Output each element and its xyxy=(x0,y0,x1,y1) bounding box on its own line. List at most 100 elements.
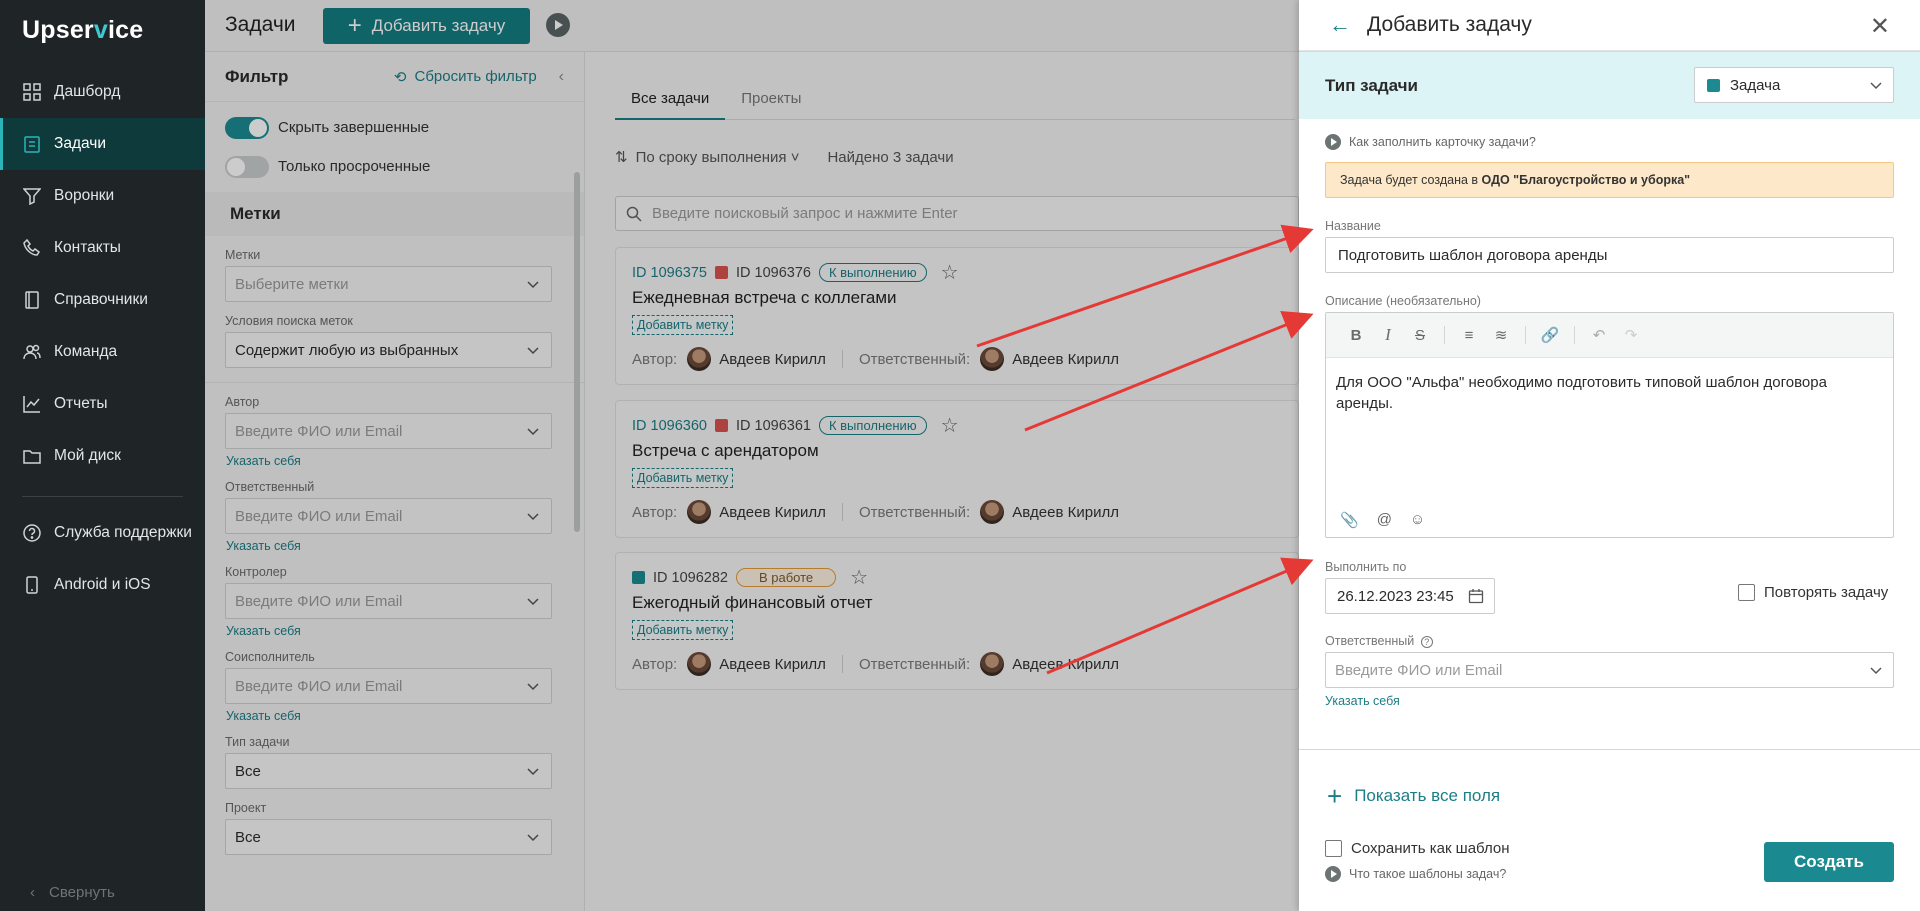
responsible-select[interactable]: Введите ФИО или Email xyxy=(225,498,552,534)
collapse-filter-icon[interactable]: ‹ xyxy=(559,68,564,86)
repeat-task-checkbox[interactable]: Повторять задачу xyxy=(1738,584,1888,601)
status-badge[interactable]: К выполнению xyxy=(818,263,927,282)
tags-section-header[interactable]: Метки xyxy=(205,192,584,236)
name-input[interactable]: Подготовить шаблон договора аренды xyxy=(1325,237,1894,273)
italic-icon[interactable]: I xyxy=(1372,319,1404,351)
task-title[interactable]: Встреча с арендатором xyxy=(632,441,819,461)
add-tag-button[interactable]: Добавить метку xyxy=(632,468,734,488)
author-select[interactable]: Введите ФИО или Email xyxy=(225,413,552,449)
templates-help-link[interactable]: Что такое шаблоны задач? xyxy=(1325,866,1506,882)
checkbox[interactable] xyxy=(1325,840,1342,857)
fill-help-link[interactable]: Как заполнить карточку задачи? xyxy=(1325,134,1536,150)
app-logo[interactable]: Upservice xyxy=(22,16,143,45)
undo-icon[interactable]: ↶ xyxy=(1583,319,1615,351)
save-template-checkbox[interactable]: Сохранить как шаблон xyxy=(1325,840,1510,857)
task-title[interactable]: Ежедневная встреча с коллегами xyxy=(632,288,897,308)
collapse-sidebar-button[interactable]: ‹ Свернуть xyxy=(30,884,115,901)
modal-responsible-select[interactable]: Введите ФИО или Email xyxy=(1325,652,1894,688)
toggle-switch[interactable] xyxy=(225,116,269,139)
calendar-icon[interactable] xyxy=(1468,588,1484,604)
tags-select[interactable]: Выберите метки xyxy=(225,266,552,302)
author-name[interactable]: Авдеев Кирилл xyxy=(719,656,826,673)
create-button[interactable]: Создать xyxy=(1764,842,1894,882)
attachment-icon[interactable]: 📎 xyxy=(1340,511,1359,529)
task-people: Автор: Авдеев Кирилл Ответственный: Авде… xyxy=(632,652,1119,676)
tasks-tabs: Все задачи Проекты xyxy=(615,88,1295,120)
back-arrow-icon[interactable]: ← xyxy=(1329,12,1351,38)
sidebar-item-disk[interactable]: Мой диск xyxy=(0,430,205,482)
sidebar-item-label: Android и iOS xyxy=(54,576,151,593)
link-icon[interactable]: 🔗 xyxy=(1534,319,1566,351)
star-icon[interactable]: ☆ xyxy=(850,565,868,590)
sidebar-item-references[interactable]: Справочники xyxy=(0,274,205,326)
sidebar-item-team[interactable]: Команда xyxy=(0,326,205,378)
bold-icon[interactable]: B xyxy=(1340,319,1372,351)
toggle-only-overdue[interactable]: Только просроченные xyxy=(205,147,584,186)
info-icon[interactable]: ? xyxy=(1420,636,1433,648)
close-icon[interactable]: ✕ xyxy=(1870,12,1890,41)
toggle-hide-completed[interactable]: Скрыть завершенные xyxy=(205,108,584,147)
task-title[interactable]: Ежегодный финансовый отчет xyxy=(632,593,873,613)
controller-self-link[interactable]: Указать себя xyxy=(205,624,584,638)
task-parent-id[interactable]: ID 1096360 xyxy=(632,418,707,434)
toggle-switch[interactable] xyxy=(225,155,269,178)
sidebar-item-dashboard[interactable]: Дашборд xyxy=(0,66,205,118)
redo-icon[interactable]: ↷ xyxy=(1615,319,1647,351)
responsible-name[interactable]: Авдеев Кирилл xyxy=(1012,504,1119,521)
assign-self-link[interactable]: Указать себя xyxy=(1325,694,1400,708)
add-tag-button[interactable]: Добавить метку xyxy=(632,620,734,640)
sidebar-item-funnels[interactable]: Воронки xyxy=(0,170,205,222)
author-name[interactable]: Авдеев Кирилл xyxy=(719,504,826,521)
task-card[interactable]: ID 1096375 ID 1096376 К выполнению ☆ Еже… xyxy=(615,247,1299,385)
sidebar-item-contacts[interactable]: Контакты xyxy=(0,222,205,274)
status-badge[interactable]: В работе xyxy=(735,568,837,587)
add-task-button[interactable]: + Добавить задачу xyxy=(323,8,530,44)
author-name[interactable]: Авдеев Кирилл xyxy=(719,351,826,368)
video-help-button[interactable] xyxy=(546,13,570,37)
search-input[interactable]: Введите поисковый запрос и нажмите Enter xyxy=(615,196,1299,231)
tags-condition-select[interactable]: Содержит любую из выбранных xyxy=(225,332,552,368)
tab-projects[interactable]: Проекты xyxy=(725,88,817,120)
filter-scrollbar[interactable] xyxy=(574,172,580,532)
responsible-name[interactable]: Авдеев Кирилл xyxy=(1012,351,1119,368)
description-editor[interactable]: B I S ≡ ≋ 🔗 ↶ ↷ Для ООО "Альфа" необходи… xyxy=(1325,312,1894,538)
task-people: Автор: Авдеев Кирилл Ответственный: Авде… xyxy=(632,500,1119,524)
strikethrough-icon[interactable]: S xyxy=(1404,319,1436,351)
mention-icon[interactable]: @ xyxy=(1377,511,1392,529)
show-all-fields-button[interactable]: + Показать все поля xyxy=(1327,783,1500,809)
divider xyxy=(841,503,843,521)
controller-select[interactable]: Введите ФИО или Email xyxy=(225,583,552,619)
coexecutor-select[interactable]: Введите ФИО или Email xyxy=(225,668,552,704)
author-self-link[interactable]: Указать себя xyxy=(205,454,584,468)
task-card[interactable]: ID 1096360 ID 1096361 К выполнению ☆ Вст… xyxy=(615,400,1299,538)
project-select[interactable]: Все xyxy=(225,819,552,855)
sidebar-item-mobile[interactable]: Android и iOS xyxy=(0,559,205,611)
star-icon[interactable]: ☆ xyxy=(941,413,959,438)
status-badge[interactable]: К выполнению xyxy=(818,416,927,435)
task-parent-id[interactable]: ID 1096375 xyxy=(632,265,707,281)
emoji-icon[interactable]: ☺ xyxy=(1410,511,1425,529)
avatar xyxy=(980,652,1005,676)
responsible-self-link[interactable]: Указать себя xyxy=(205,539,584,553)
tags-condition-value: Содержит любую из выбранных xyxy=(235,341,459,359)
sort-select[interactable]: По сроку выполнения ˅ xyxy=(636,149,800,166)
responsible-name[interactable]: Авдеев Кирилл xyxy=(1012,656,1119,673)
bullet-list-icon[interactable]: ≡ xyxy=(1453,319,1485,351)
task-type-select[interactable]: Задача xyxy=(1694,67,1894,103)
dashboard-icon xyxy=(22,82,42,102)
tags-placeholder: Выберите метки xyxy=(235,275,349,293)
coexecutor-self-link[interactable]: Указать себя xyxy=(205,709,584,723)
due-date-input[interactable]: 26.12.2023 23:45 xyxy=(1325,578,1495,614)
reset-filter-link[interactable]: ⟲ Сбросить фильтр xyxy=(394,68,537,86)
add-tag-button[interactable]: Добавить метку xyxy=(632,315,734,335)
sidebar-item-tasks[interactable]: Задачи xyxy=(0,118,205,170)
numbered-list-icon[interactable]: ≋ xyxy=(1485,319,1517,351)
tab-all-tasks[interactable]: Все задачи xyxy=(615,88,726,120)
plus-icon: + xyxy=(1327,781,1343,811)
sidebar-item-reports[interactable]: Отчеты xyxy=(0,378,205,430)
star-icon[interactable]: ☆ xyxy=(941,260,959,285)
task-card[interactable]: ID 1096282 В работе ☆ Ежегодный финансов… xyxy=(615,552,1299,690)
task-type-select[interactable]: Все xyxy=(225,753,552,789)
sidebar-item-support[interactable]: Служба поддержки xyxy=(0,507,205,559)
checkbox[interactable] xyxy=(1738,584,1755,601)
